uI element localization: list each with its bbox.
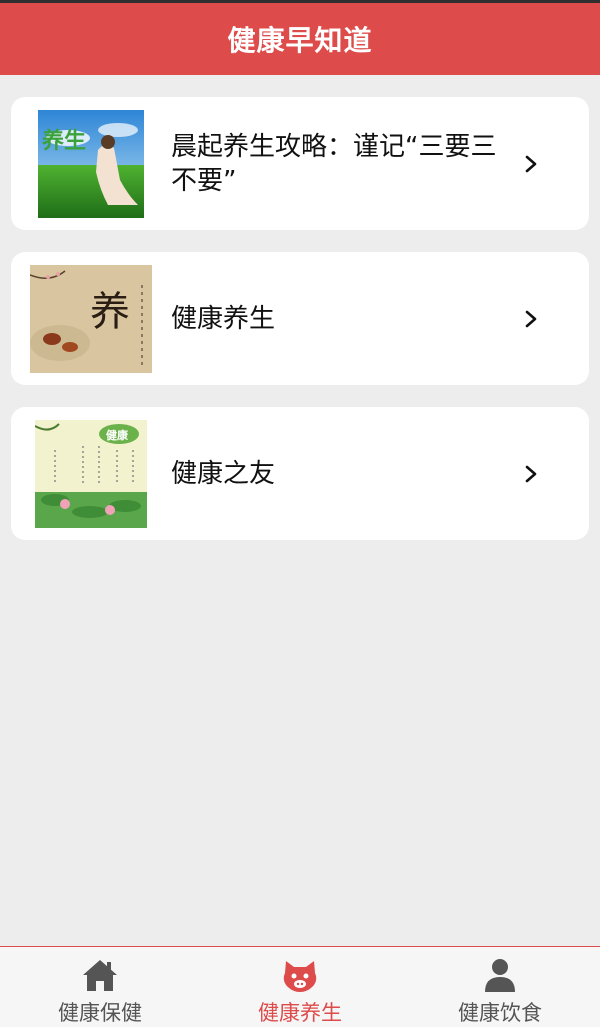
thumbnail-caption: 健康	[106, 428, 129, 442]
tab-label: 健康养生	[258, 1001, 342, 1025]
app-header: 健康早知道	[0, 3, 600, 75]
chevron-right-icon	[525, 155, 537, 172]
page-title: 健康早知道	[227, 24, 373, 57]
tab-label: 健康饮食	[458, 1001, 542, 1025]
article-title: 健康养生	[171, 303, 276, 334]
home-icon	[83, 960, 117, 991]
thumbnail-caption: 养生	[41, 128, 86, 154]
list-item-health-care[interactable]: 养 健康养生	[11, 252, 589, 385]
tab-label: 健康保健	[58, 1001, 142, 1025]
article-title: 晨起养生攻略：谨记“三要三不要”	[171, 131, 497, 196]
article-title: 健康之友	[171, 458, 276, 489]
chevron-right-icon	[525, 465, 537, 482]
pig-face-icon	[283, 961, 317, 992]
article-list: 养生 晨起养生攻略：谨记“三要三不要” 养 健康养生 健康 健康之友	[11, 97, 589, 562]
list-item-morning-health[interactable]: 养生 晨起养生攻略：谨记“三要三不要”	[11, 97, 589, 230]
tab-health-diet[interactable]: 健康饮食	[400, 947, 600, 1027]
person-icon	[485, 959, 515, 992]
tab-health-wellness[interactable]: 健康养生	[200, 947, 400, 1027]
lotus-poster-thumbnail: 健康	[35, 420, 147, 528]
thumbnail-caption: 养	[90, 289, 130, 335]
chevron-right-icon	[525, 310, 537, 327]
tab-health-care[interactable]: 健康保健	[0, 947, 200, 1027]
yoga-photo-thumbnail: 养生	[38, 110, 144, 218]
bottom-tab-bar: 健康保健 健康养生 健康饮食	[0, 946, 600, 1027]
tea-calligraphy-thumbnail: 养	[30, 265, 152, 373]
list-item-health-friend[interactable]: 健康 健康之友	[11, 407, 589, 540]
